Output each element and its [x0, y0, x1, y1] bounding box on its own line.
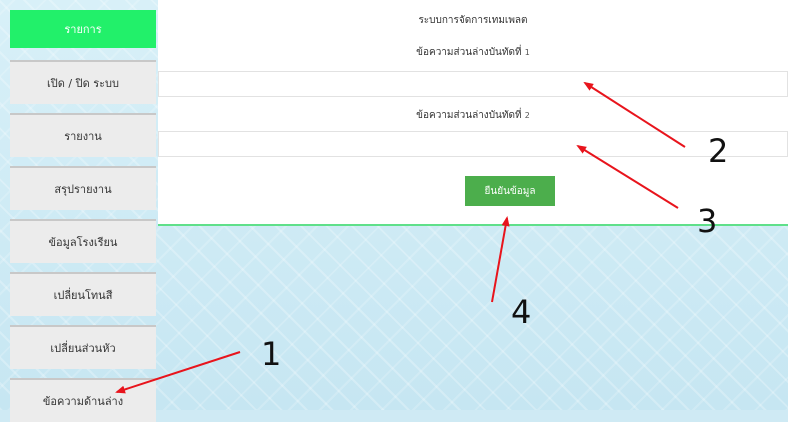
- footer-line-1-label-text: ข้อความส่วนล่างบันทัดที่: [416, 47, 522, 58]
- sidebar-title: รายการ: [10, 10, 156, 48]
- footer-line-2-label-text: ข้อความส่วนล่างบันทัดที่: [416, 110, 522, 121]
- page-title: ระบบการจัดการเทมเพลต: [418, 15, 528, 26]
- sidebar-item-school-info[interactable]: ข้อมูลโรงเรียน: [10, 219, 156, 263]
- sidebar-item-change-header[interactable]: เปลี่ยนส่วนหัว: [10, 325, 156, 369]
- sidebar-item-footer-text[interactable]: ข้อความด้านล่าง: [10, 378, 156, 422]
- footer-line-2-label-number: 2: [524, 111, 530, 120]
- footer-line-2-input[interactable]: [158, 131, 788, 157]
- sidebar-item-change-theme[interactable]: เปลี่ยนโทนสี: [10, 272, 156, 316]
- main-panel: ระบบการจัดการเทมเพลต ข้อความส่วนล่างบันท…: [158, 0, 788, 226]
- sidebar-item-system-toggle[interactable]: เปิด / ปิด ระบบ: [10, 60, 156, 104]
- sidebar-item-report[interactable]: รายงาน: [10, 113, 156, 157]
- footer-line-1-label-number: 1: [524, 48, 530, 57]
- footer-line-1-input[interactable]: [158, 71, 788, 97]
- sidebar: รายการ เปิด / ปิด ระบบ รายงาน สรุปรายงาน…: [0, 0, 158, 422]
- confirm-button[interactable]: ยืนยันข้อมูล: [465, 176, 555, 206]
- footer-line-1-label: ข้อความส่วนล่างบันทัดที่ 1: [158, 45, 788, 60]
- sidebar-item-report-summary[interactable]: สรุปรายงาน: [10, 166, 156, 210]
- footer-line-2-label: ข้อความส่วนล่างบันทัดที่ 2: [158, 108, 788, 123]
